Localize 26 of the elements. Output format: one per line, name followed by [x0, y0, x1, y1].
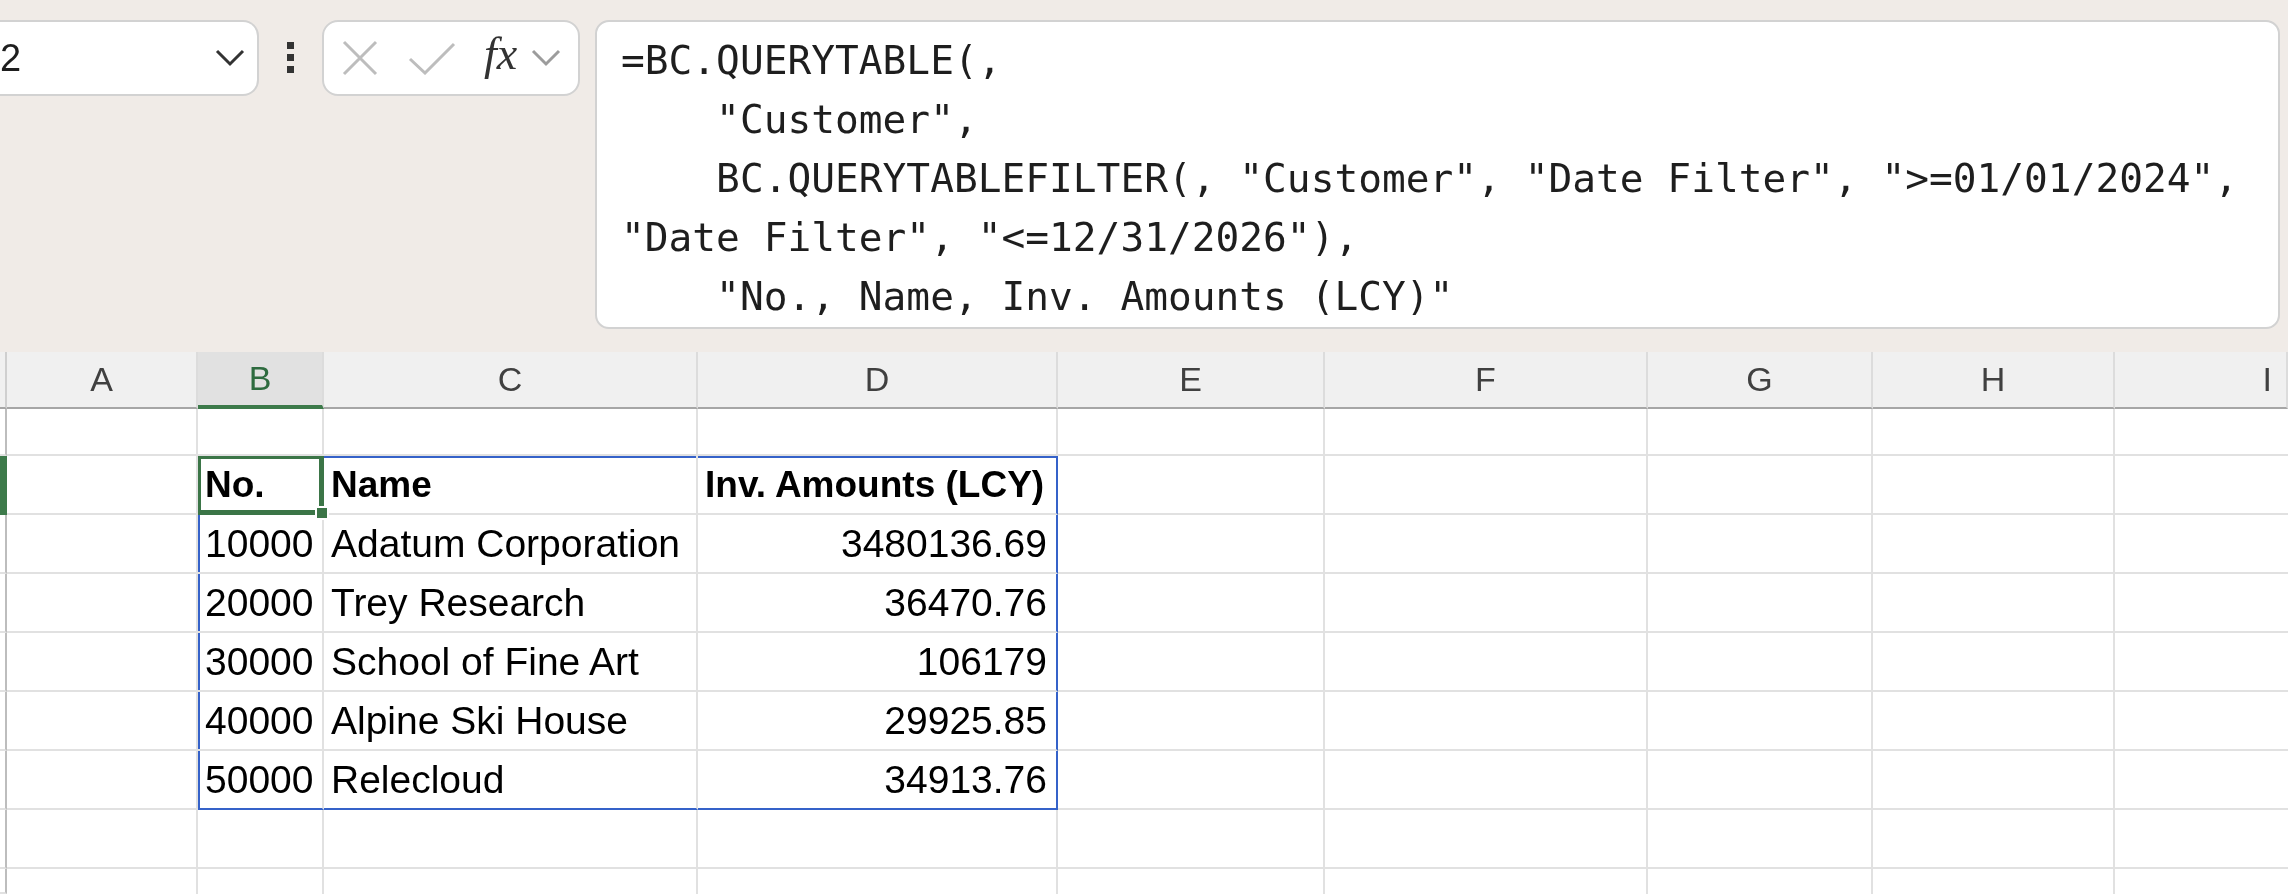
select-all-button[interactable]: [0, 352, 7, 409]
formula-dropdown-button[interactable]: [531, 49, 562, 67]
formula-field[interactable]: =BC.QUERYTABLE(, "Customer", BC.QUERYTABLEFILTER(, "Customer", "Date Filter", ">=01/01/2024", "Date Filter", "<=12/31/2026"), "No., Name, Inv. Amounts (LCY)": [595, 20, 2280, 329]
column-header[interactable]: I: [2115, 352, 2288, 409]
column-heading: Inv. Amounts (LCY): [698, 456, 1058, 515]
table-cell: 34913.76: [698, 751, 1058, 810]
column-header[interactable]: G: [1648, 352, 1873, 409]
column-header[interactable]: F: [1325, 352, 1648, 409]
column-header[interactable]: H: [1873, 352, 2115, 409]
vertical-ellipsis-icon[interactable]: [287, 42, 294, 73]
column-header[interactable]: E: [1058, 352, 1325, 409]
fill-handle[interactable]: [315, 506, 329, 520]
name-box[interactable]: 2: [0, 20, 259, 96]
caret-icon: [531, 49, 562, 67]
column-header[interactable]: B: [198, 352, 324, 409]
row-header[interactable]: [0, 456, 7, 515]
column-header[interactable]: C: [324, 352, 698, 409]
cross-icon: [342, 40, 378, 76]
checkmark-icon: [408, 41, 456, 75]
column-header[interactable]: A: [7, 352, 198, 409]
row-header[interactable]: [0, 869, 7, 894]
table-cell: 50000: [198, 751, 324, 810]
column-header[interactable]: D: [698, 352, 1058, 409]
caret-icon: [215, 49, 245, 67]
insert-function-button[interactable]: fx: [484, 31, 518, 77]
column-heading: No.: [198, 456, 324, 515]
